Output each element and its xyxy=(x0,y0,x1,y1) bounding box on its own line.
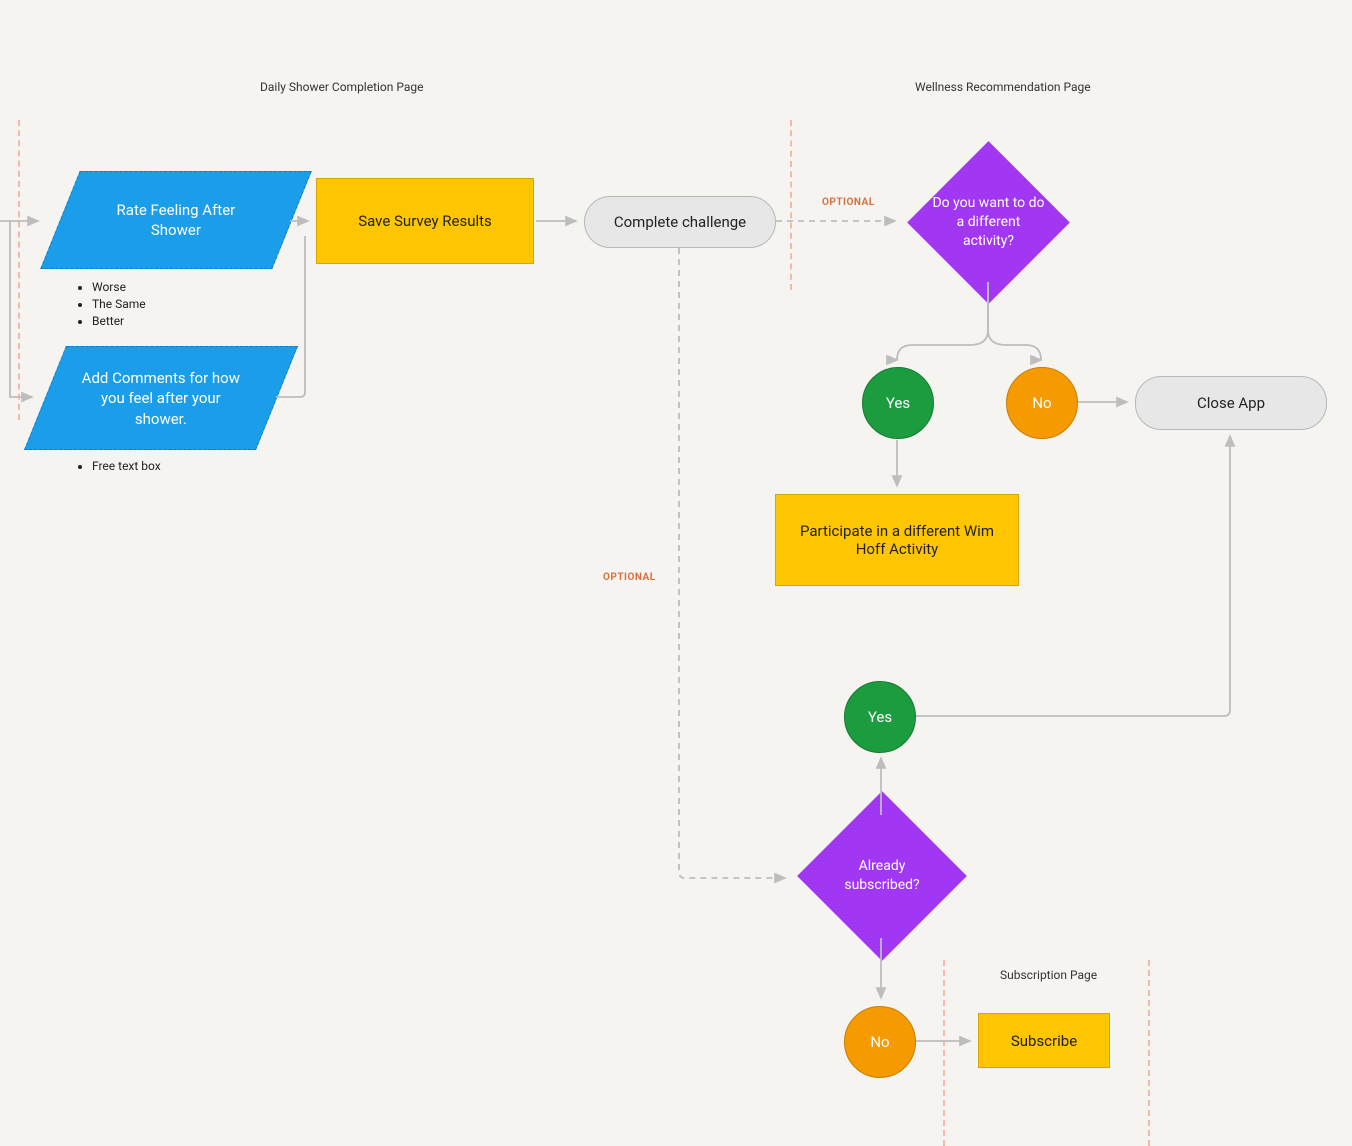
page-label-daily-shower: Daily Shower Completion Page xyxy=(260,80,424,94)
rate-feeling-node: Rate Feeling After Shower xyxy=(40,171,312,269)
already-subscribed-decision: Already subscribed? xyxy=(797,791,967,961)
no-circle-activity: No xyxy=(1006,367,1078,439)
optional-label-1: OPTIONAL xyxy=(822,197,875,208)
rate-feeling-options: Worse The Same Better xyxy=(74,280,146,331)
page-divider-sub-left xyxy=(943,960,945,1146)
participate-node: Participate in a different Wim Hoff Acti… xyxy=(775,494,1019,586)
flowchart-canvas: { "pages": { "dailyShower": "Daily Showe… xyxy=(0,0,1352,1146)
add-comments-node: Add Comments for how you feel after your… xyxy=(24,346,298,450)
close-app-node: Close App xyxy=(1135,376,1327,430)
save-survey-node: Save Survey Results xyxy=(316,178,534,264)
page-label-wellness: Wellness Recommendation Page xyxy=(915,80,1091,94)
page-label-subscription: Subscription Page xyxy=(1000,968,1097,982)
add-comments-options: Free text box xyxy=(74,459,161,476)
page-divider-left xyxy=(18,120,20,420)
page-divider-sub-right xyxy=(1148,960,1150,1146)
no-circle-subscribed: No xyxy=(844,1006,916,1078)
subscribe-node: Subscribe xyxy=(978,1013,1110,1068)
different-activity-decision: Do you want to do a different activity? xyxy=(907,141,1070,304)
page-divider-mid xyxy=(790,120,792,290)
optional-label-2: OPTIONAL xyxy=(603,572,656,583)
yes-circle-activity: Yes xyxy=(862,367,934,439)
yes-circle-subscribed: Yes xyxy=(844,681,916,753)
complete-challenge-node: Complete challenge xyxy=(584,196,776,248)
